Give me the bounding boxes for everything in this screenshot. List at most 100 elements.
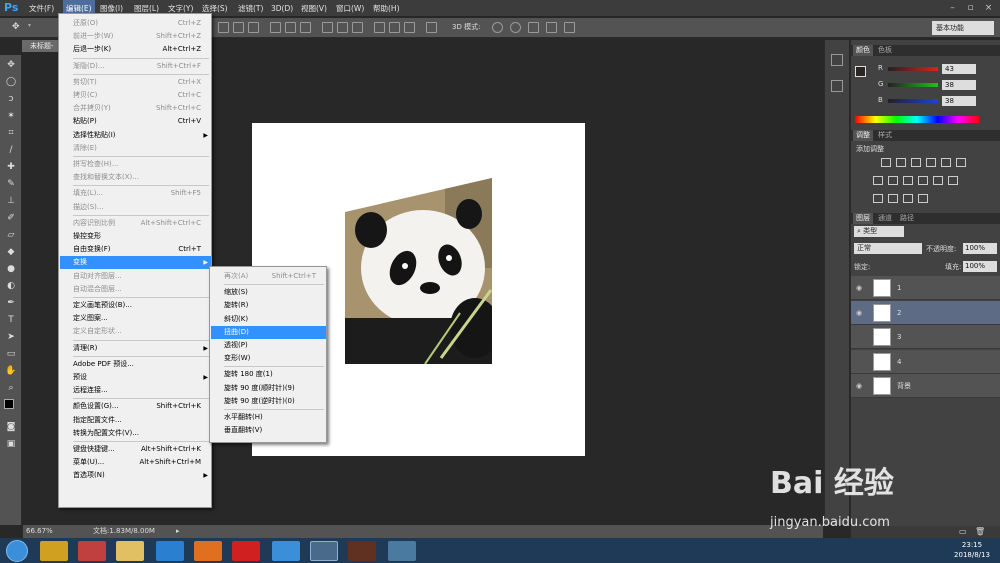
layer-row[interactable]: 4: [851, 349, 1000, 374]
distribute-bottom-icon[interactable]: [352, 22, 363, 33]
layer-row[interactable]: ◉ 2: [851, 300, 1000, 325]
edit-menu-item[interactable]: 定义画笔预设(B)...: [60, 299, 211, 312]
color-balance-icon[interactable]: [873, 176, 883, 185]
tab-channels[interactable]: 通道: [875, 213, 895, 224]
transform-submenu-item[interactable]: 旋转 90 度(顺时针)(9): [211, 382, 326, 395]
exposure-icon[interactable]: [926, 158, 936, 167]
transform-submenu-item[interactable]: 斜切(K): [211, 313, 326, 326]
dodge-tool-icon[interactable]: ◐: [5, 280, 17, 292]
align-top-icon[interactable]: [218, 22, 229, 33]
pen-tool-icon[interactable]: ✒: [5, 297, 17, 309]
edit-menu-item[interactable]: 操控变形: [60, 230, 211, 243]
transform-submenu-item[interactable]: 变形(W): [211, 352, 326, 365]
shape-tool-icon[interactable]: ▭: [5, 348, 17, 360]
taskbar-app-7[interactable]: [272, 541, 300, 561]
history-panel-icon[interactable]: [831, 54, 843, 66]
eye-icon[interactable]: ◉: [856, 309, 862, 317]
eyedropper-tool-icon[interactable]: ∕: [5, 144, 17, 156]
edit-menu-item[interactable]: 自由变换(F) Ctrl+T: [60, 243, 211, 256]
curves-icon[interactable]: [911, 158, 921, 167]
drag-3d-icon[interactable]: [528, 22, 539, 33]
taskbar-app-1[interactable]: [40, 541, 68, 561]
vibrance-icon[interactable]: [941, 158, 951, 167]
transform-submenu-item[interactable]: 旋转 180 度(1): [211, 368, 326, 381]
selective-color-icon[interactable]: [918, 194, 928, 203]
menu-10[interactable]: 帮助(H): [370, 0, 403, 17]
align-bottom-icon[interactable]: [248, 22, 259, 33]
layer-filter-select[interactable]: ⌕ 类型: [854, 226, 904, 237]
channel-slider[interactable]: [888, 83, 938, 87]
opacity-input[interactable]: 100%: [963, 243, 997, 254]
edit-menu-item[interactable]: 首选项(N) ▶: [60, 469, 211, 482]
edit-menu-item[interactable]: 转换为配置文件(V)...: [60, 427, 211, 440]
taskbar-app-10[interactable]: [388, 541, 416, 561]
channel-slider[interactable]: [888, 99, 938, 103]
taskbar-app-9[interactable]: [348, 541, 376, 561]
auto-align-icon[interactable]: [426, 22, 437, 33]
align-left-icon[interactable]: [270, 22, 281, 33]
screen-mode-icon[interactable]: ▣: [5, 438, 17, 450]
layer-row[interactable]: 3: [851, 325, 1000, 349]
fill-input[interactable]: 100%: [963, 261, 997, 272]
foreground-color-swatch[interactable]: [4, 399, 14, 409]
transform-submenu-item[interactable]: 扭曲(D): [211, 325, 326, 339]
channel-mixer-icon[interactable]: [918, 176, 928, 185]
move-tool-icon[interactable]: ✥: [5, 59, 17, 71]
distribute-middle-icon[interactable]: [337, 22, 348, 33]
lasso-tool-icon[interactable]: ↄ: [5, 93, 17, 105]
brightness-icon[interactable]: [881, 158, 891, 167]
edit-menu-item[interactable]: 后退一步(K) Alt+Ctrl+Z: [60, 43, 211, 56]
threshold-icon[interactable]: [888, 194, 898, 203]
transform-submenu-item[interactable]: 旋转 90 度(逆时针)(0): [211, 395, 326, 408]
gradient-map-icon[interactable]: [903, 194, 913, 203]
panda-image[interactable]: [345, 178, 492, 364]
edit-menu-item[interactable]: 颜色设置(G)... Shift+Ctrl+K: [60, 400, 211, 413]
tab-styles[interactable]: 样式: [875, 130, 895, 141]
channel-value-input[interactable]: 38: [942, 96, 976, 106]
maximize-icon[interactable]: ▫: [964, 2, 977, 14]
move-tool-icon[interactable]: ✥: [12, 22, 23, 33]
healing-brush-tool-icon[interactable]: ✚: [5, 161, 17, 173]
slide-3d-icon[interactable]: [546, 22, 557, 33]
type-tool-icon[interactable]: T: [5, 314, 17, 326]
taskbar-explorer[interactable]: [116, 541, 144, 561]
hand-tool-icon[interactable]: ✋: [5, 365, 17, 377]
channel-value-input[interactable]: 38: [942, 80, 976, 90]
menu-6[interactable]: 滤镜(T): [235, 0, 266, 17]
distribute-top-icon[interactable]: [322, 22, 333, 33]
new-layer-icon[interactable]: ▭: [959, 527, 967, 536]
system-clock[interactable]: 23:15 2018/8/13: [948, 540, 996, 560]
edit-menu-item[interactable]: 变换 ▶: [60, 256, 211, 270]
properties-panel-icon[interactable]: [831, 80, 843, 92]
roll-3d-icon[interactable]: [510, 22, 521, 33]
layer-row[interactable]: ◉ 背景: [851, 374, 1000, 398]
menu-7[interactable]: 3D(D): [268, 0, 296, 17]
color-spectrum[interactable]: [855, 116, 979, 123]
channel-slider[interactable]: [888, 67, 938, 71]
photo-filter-icon[interactable]: [903, 176, 913, 185]
edit-menu-item[interactable]: 菜单(U)... Alt+Shift+Ctrl+M: [60, 456, 211, 469]
edit-menu-item[interactable]: 粘贴(P) Ctrl+V: [60, 115, 211, 128]
posterize-icon[interactable]: [873, 194, 883, 203]
eye-icon[interactable]: ◉: [856, 284, 862, 292]
zoom-tool-icon[interactable]: ⌕: [5, 382, 17, 394]
menu-0[interactable]: 文件(F): [26, 0, 57, 17]
scale-3d-icon[interactable]: [564, 22, 575, 33]
menu-8[interactable]: 视图(V): [298, 0, 330, 17]
marquee-tool-icon[interactable]: ◯: [5, 76, 17, 88]
distribute-center-icon[interactable]: [389, 22, 400, 33]
transform-submenu-item[interactable]: 垂直翻转(V): [211, 424, 326, 437]
start-button[interactable]: [6, 540, 28, 562]
invert-icon[interactable]: [948, 176, 958, 185]
eye-icon[interactable]: ◉: [856, 382, 862, 390]
taskbar-photoshop[interactable]: [310, 541, 338, 561]
taskbar-app-5[interactable]: [194, 541, 222, 561]
transform-submenu-item[interactable]: 水平翻转(H): [211, 411, 326, 424]
brush-tool-icon[interactable]: ✎: [5, 178, 17, 190]
blend-mode-select[interactable]: 正常: [854, 243, 922, 254]
crop-tool-icon[interactable]: ⌗: [5, 127, 17, 139]
chevron-down-icon[interactable]: ▾: [28, 22, 34, 33]
transform-submenu-item[interactable]: 缩放(S): [211, 286, 326, 299]
align-middle-icon[interactable]: [233, 22, 244, 33]
blur-tool-icon[interactable]: ●: [5, 263, 17, 275]
